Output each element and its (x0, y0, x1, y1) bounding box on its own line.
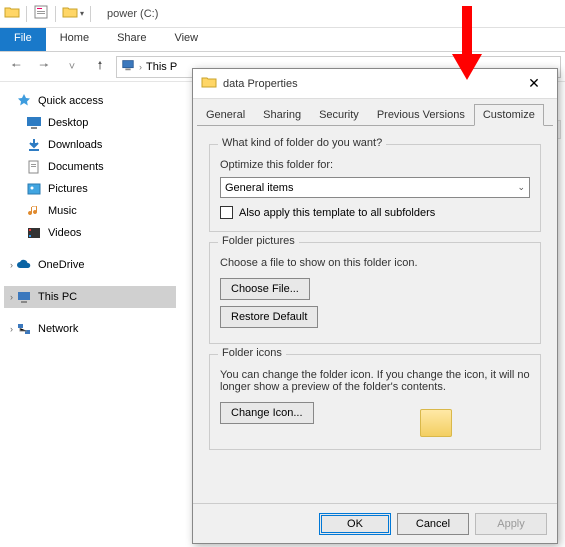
nav-forward-button: 🠖 (32, 55, 56, 79)
group-folder-pictures: Folder pictures Choose a file to show on… (209, 242, 541, 344)
tab-home[interactable]: Home (46, 28, 103, 51)
tab-previous-versions[interactable]: Previous Versions (368, 104, 474, 126)
change-icon-button[interactable]: Change Icon... (220, 402, 314, 424)
checkbox-icon (220, 206, 233, 219)
chevron-down-icon: ⌄ (517, 182, 525, 193)
tree-desktop[interactable]: Desktop (4, 112, 176, 134)
annotation-arrow (450, 6, 484, 85)
nav-tree: Quick access Desktop Downloads Documents… (0, 82, 180, 547)
ok-button[interactable]: OK (319, 513, 391, 535)
dialog-tabs: General Sharing Security Previous Versio… (197, 103, 553, 126)
breadcrumb-thispc[interactable]: This P (146, 61, 177, 73)
group-legend: Folder icons (218, 347, 286, 359)
tree-downloads[interactable]: Downloads (4, 134, 176, 156)
pc-icon (121, 58, 135, 75)
folder-icon (201, 74, 223, 93)
tab-customize[interactable]: Customize (474, 104, 544, 126)
apply-subfolders-checkbox[interactable]: Also apply this template to all subfolde… (220, 206, 530, 219)
nav-back-button[interactable]: 🠔 (4, 55, 28, 79)
nav-recent-dropdown[interactable]: ˅ (60, 55, 84, 79)
pictures-icon (26, 181, 42, 197)
videos-icon (26, 225, 42, 241)
download-icon (26, 137, 42, 153)
tree-pictures[interactable]: Pictures (4, 178, 176, 200)
dialog-footer: OK Cancel Apply (193, 503, 557, 543)
group-legend: What kind of folder do you want? (218, 137, 386, 149)
close-button[interactable]: ✕ (519, 75, 549, 92)
tree-quick-access[interactable]: Quick access (4, 90, 176, 112)
new-folder-icon[interactable] (62, 4, 78, 23)
window-title: power (C:) (107, 8, 158, 20)
music-icon (26, 203, 42, 219)
group-legend: Folder pictures (218, 235, 299, 247)
nav-up-button[interactable]: 🠕 (88, 55, 112, 79)
folder-icon (4, 4, 20, 23)
qat-dropdown-icon[interactable]: ▾ (80, 9, 84, 18)
tree-music[interactable]: Music (4, 200, 176, 222)
restore-default-button[interactable]: Restore Default (220, 306, 318, 328)
tab-view[interactable]: View (160, 28, 212, 51)
tree-thispc[interactable]: ›This PC (4, 286, 176, 308)
pc-icon (16, 289, 32, 305)
choose-file-label: Choose a file to show on this folder ico… (220, 257, 530, 269)
apply-button: Apply (475, 513, 547, 535)
group-folder-kind: What kind of folder do you want? Optimiz… (209, 144, 541, 232)
tab-general[interactable]: General (197, 104, 254, 126)
optimize-combobox[interactable]: General items ⌄ (220, 177, 530, 198)
documents-icon (26, 159, 42, 175)
desktop-icon (26, 115, 42, 131)
star-icon (16, 93, 32, 109)
tree-documents[interactable]: Documents (4, 156, 176, 178)
group-folder-icons: Folder icons You can change the folder i… (209, 354, 541, 450)
choose-file-button[interactable]: Choose File... (220, 278, 310, 300)
properties-icon[interactable] (33, 4, 49, 23)
properties-dialog: data Properties ✕ General Sharing Securi… (192, 68, 558, 544)
chevron-right-icon[interactable]: › (10, 292, 13, 302)
tab-security[interactable]: Security (310, 104, 368, 126)
tab-sharing[interactable]: Sharing (254, 104, 310, 126)
tab-file[interactable]: File (0, 28, 46, 51)
network-icon (16, 321, 32, 337)
optimize-label: Optimize this folder for: (220, 159, 530, 171)
dialog-titlebar[interactable]: data Properties ✕ (193, 69, 557, 99)
chevron-right-icon[interactable]: › (10, 324, 13, 334)
tree-videos[interactable]: Videos (4, 222, 176, 244)
tree-onedrive[interactable]: ›OneDrive (4, 254, 176, 276)
folder-preview-icon (420, 409, 452, 437)
cancel-button[interactable]: Cancel (397, 513, 469, 535)
cloud-icon (16, 257, 32, 273)
tab-share[interactable]: Share (103, 28, 160, 51)
tree-network[interactable]: ›Network (4, 318, 176, 340)
chevron-right-icon[interactable]: › (10, 260, 13, 270)
chevron-right-icon[interactable]: › (139, 62, 142, 72)
change-icon-label: You can change the folder icon. If you c… (220, 369, 530, 393)
